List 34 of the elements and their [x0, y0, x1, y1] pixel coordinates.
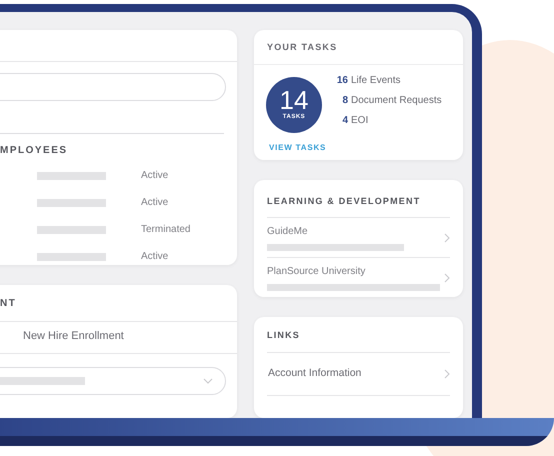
task-label: Life Events: [351, 74, 400, 88]
section-heading: NT: [0, 297, 16, 312]
chevron-down-icon: [203, 378, 213, 384]
status-text: Active: [141, 169, 168, 183]
list-item[interactable]: GuideMe: [267, 218, 450, 258]
card-title: LINKS: [267, 317, 450, 353]
status-text: Active: [141, 250, 168, 264]
item-title: GuideMe: [267, 225, 309, 240]
list-item[interactable]: PlanSource University: [267, 258, 450, 298]
card-title: YOUR TASKS: [254, 30, 463, 64]
task-label: EOI: [351, 114, 368, 128]
status-text: Active: [141, 196, 168, 210]
card-title: LEARNING & DEVELOPMENT: [267, 180, 450, 218]
task-label: Document Requests: [351, 94, 442, 108]
chevron-right-icon: [444, 272, 450, 283]
text-placeholder-bar: [37, 198, 106, 206]
search-field[interactable]: [0, 73, 226, 101]
task-count: 16: [336, 74, 348, 88]
dropdown-field[interactable]: [0, 366, 226, 395]
list-item[interactable]: New Hire Enrollment: [23, 328, 124, 345]
task-count: 4: [341, 114, 348, 128]
section-heading: MPLOYEES: [0, 144, 68, 158]
view-tasks-link[interactable]: VIEW TASKS: [269, 142, 326, 154]
chevron-right-icon: [444, 232, 450, 243]
text-placeholder-bar: [37, 172, 106, 180]
chevron-right-icon: [444, 368, 450, 379]
item-title: PlanSource University: [267, 265, 366, 280]
text-placeholder-bar: [37, 252, 106, 260]
task-count: 14: [280, 87, 308, 113]
status-text: Terminated: [141, 223, 190, 237]
list-item[interactable]: Account Information: [267, 352, 450, 396]
task-count: 8: [341, 94, 348, 108]
item-title: Account Information: [268, 366, 362, 381]
text-placeholder-bar: [37, 226, 106, 234]
